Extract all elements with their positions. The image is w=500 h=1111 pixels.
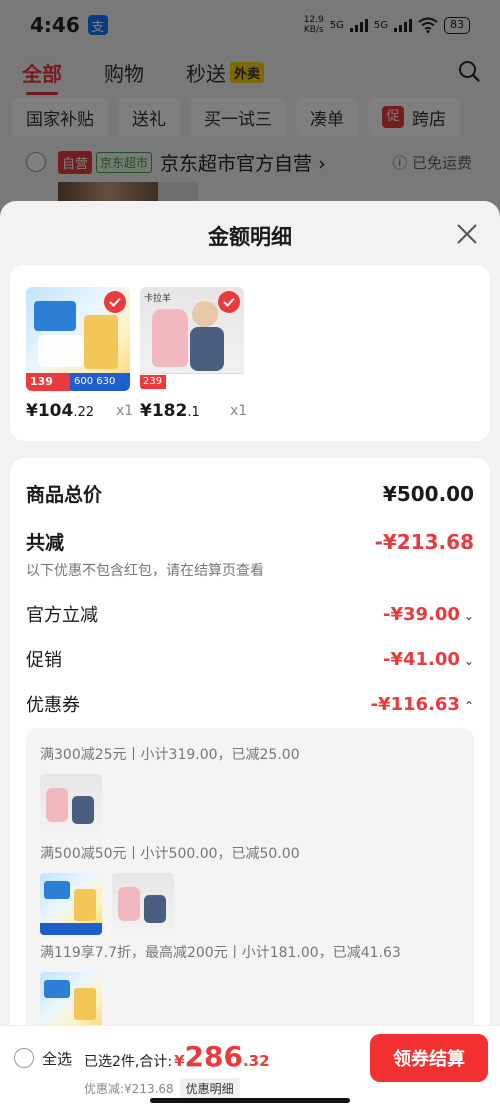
- coupon-value: -¥116.63 ⌃: [370, 693, 474, 715]
- official-discount-value: -¥39.00 ⌄: [383, 603, 474, 625]
- product-image-backpack: 卡拉羊 239: [140, 287, 244, 391]
- reduction-note: 以下优惠不包含红包，请在结算页查看: [26, 563, 264, 579]
- select-all-radio[interactable]: [14, 1048, 34, 1068]
- coupon-rule-text: 满300减25元丨小计319.00，已减25.00: [40, 747, 300, 763]
- coupon-rule-text: 满500减50元丨小计500.00，已减50.00: [40, 846, 300, 862]
- discount-detail-button[interactable]: 优惠明细: [179, 1078, 240, 1099]
- close-icon[interactable]: [456, 223, 478, 245]
- checkout-button[interactable]: 领券结算: [370, 1034, 488, 1082]
- total-price-label: 商品总价: [26, 484, 103, 506]
- product-item[interactable]: 139 600 630 ¥104.22 x1: [26, 287, 133, 421]
- water-thumbnail: [40, 873, 102, 935]
- chevron-down-icon: ⌄: [463, 608, 474, 623]
- chevron-down-icon: ⌄: [463, 653, 474, 668]
- total-reduction-value: -¥213.68: [374, 529, 474, 554]
- coupon-rule-text: 满119享7.7折，最高减200元丨小计181.00，已减41.63: [40, 945, 401, 961]
- product-image-water: 139 600 630: [26, 287, 130, 391]
- amount-detail-sheet: 金额明细 139 600 630 ¥104.22 x1 卡拉羊 239 ¥182…: [0, 201, 500, 1111]
- selected-products-card: 139 600 630 ¥104.22 x1 卡拉羊 239 ¥182.1 x1: [10, 265, 490, 441]
- official-discount-label: 官方立减: [26, 605, 98, 626]
- total-reduction-row: 共减 -¥213.68: [26, 528, 474, 555]
- product-price: ¥104.22: [26, 401, 95, 421]
- promotion-row[interactable]: 促销 -¥41.00 ⌄: [26, 646, 474, 672]
- product-price: ¥182.1: [140, 401, 200, 421]
- coupon-products: [40, 873, 174, 935]
- check-icon[interactable]: [218, 291, 240, 313]
- home-indicator[interactable]: [150, 1098, 350, 1103]
- total-price-value: ¥500.00: [382, 481, 474, 506]
- total-amount: 286: [184, 1040, 243, 1073]
- total-reduction-label: 共减: [26, 532, 65, 554]
- selected-total: 已选2件,合计: ¥ 286 .32: [84, 1040, 270, 1073]
- coupon-row[interactable]: 优惠券 -¥116.63 ⌃: [26, 691, 474, 717]
- backpack-thumbnail: [112, 873, 174, 935]
- backpack-thumbnail: [40, 774, 102, 836]
- coupon-products: [40, 774, 102, 836]
- product-item[interactable]: 卡拉羊 239 ¥182.1 x1: [140, 287, 247, 421]
- total-price-row: 商品总价 ¥500.00: [26, 480, 474, 507]
- amount-breakdown-card: 商品总价 ¥500.00 共减 -¥213.68 以下优惠不包含红包，请在结算页…: [10, 458, 490, 1111]
- product-quantity: x1: [230, 403, 248, 419]
- select-all-label[interactable]: 全选: [42, 1048, 72, 1069]
- official-discount-row[interactable]: 官方立减 -¥39.00 ⌄: [26, 601, 474, 627]
- sheet-title: 金额明细: [208, 225, 292, 249]
- chevron-up-icon: ⌃: [463, 698, 474, 713]
- promotion-label: 促销: [26, 650, 62, 671]
- product-quantity: x1: [116, 403, 134, 419]
- discount-summary: 优惠减:¥213.68 优惠明细: [84, 1078, 240, 1099]
- promotion-value: -¥41.00 ⌄: [383, 648, 474, 670]
- check-icon[interactable]: [104, 291, 126, 313]
- coupon-label: 优惠券: [26, 695, 80, 716]
